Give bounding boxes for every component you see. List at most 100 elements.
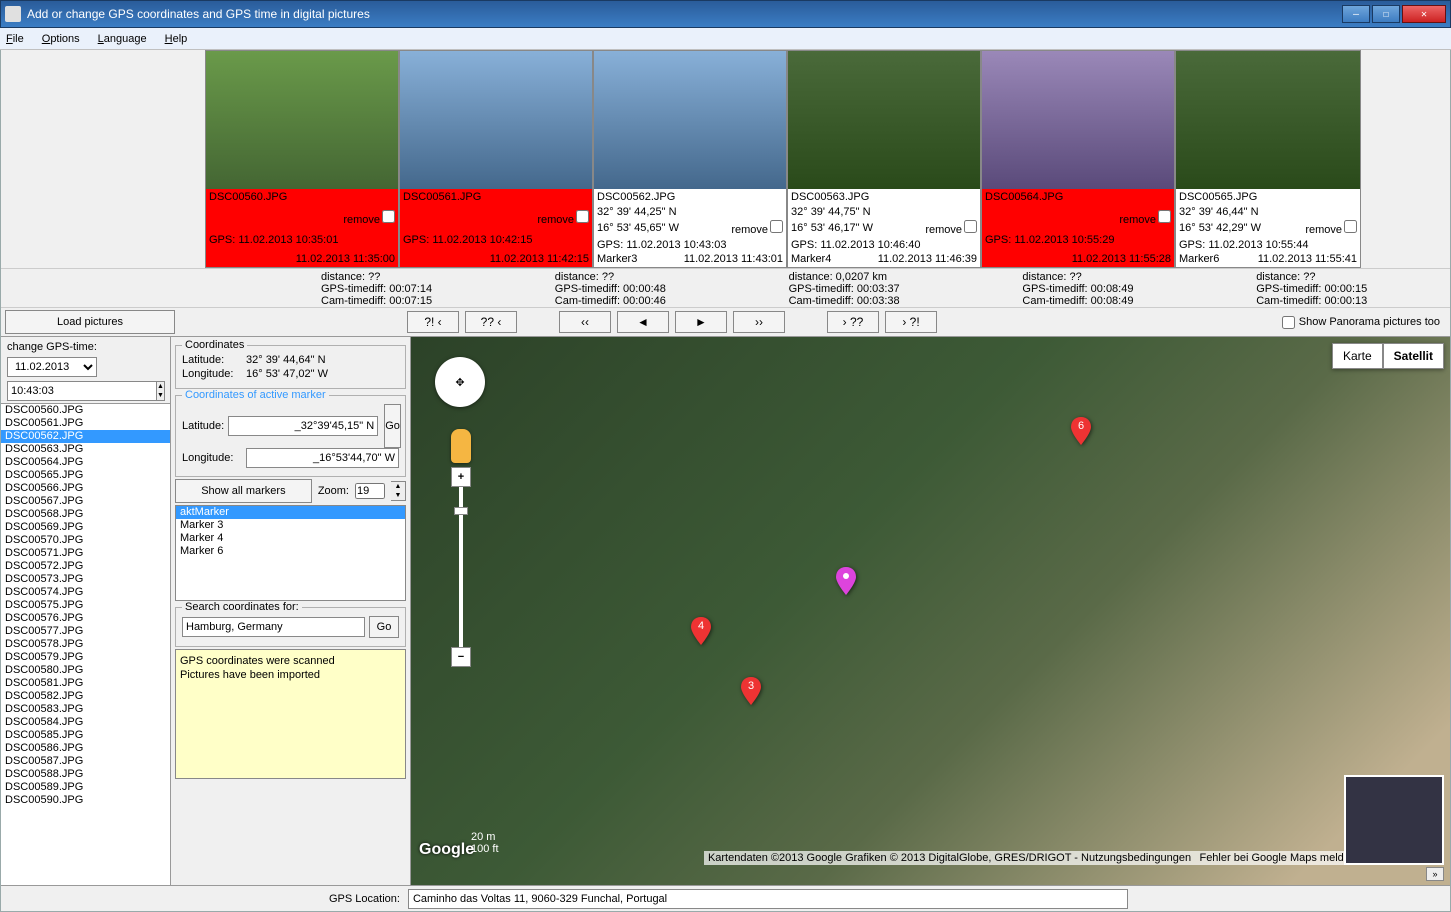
file-list-item[interactable]: DSC00566.JPG (1, 482, 170, 495)
file-list-item[interactable]: DSC00579.JPG (1, 651, 170, 664)
file-list-item[interactable]: DSC00571.JPG (1, 547, 170, 560)
file-list-item[interactable]: DSC00564.JPG (1, 456, 170, 469)
marker-list-item[interactable]: Marker 4 (176, 532, 405, 545)
thumbnail-image[interactable] (206, 51, 398, 189)
thumbnail-image[interactable] (1176, 51, 1360, 189)
pegman-icon[interactable] (451, 429, 471, 463)
file-list-item[interactable]: DSC00576.JPG (1, 612, 170, 625)
file-list-item[interactable]: DSC00584.JPG (1, 716, 170, 729)
search-go-button[interactable]: Go (369, 616, 399, 638)
file-list-item[interactable]: DSC00582.JPG (1, 690, 170, 703)
map-pin-active[interactable] (836, 567, 856, 595)
map-pin-3[interactable]: 3 (741, 677, 761, 705)
file-list-item[interactable]: DSC00567.JPG (1, 495, 170, 508)
file-list-item[interactable]: DSC00581.JPG (1, 677, 170, 690)
pan-control[interactable]: ✥ (435, 357, 485, 407)
load-pictures-button[interactable]: Load pictures (5, 310, 175, 334)
map-type-karte[interactable]: Karte (1332, 343, 1383, 369)
file-list-item[interactable]: DSC00574.JPG (1, 586, 170, 599)
nav-first-unknown-button[interactable]: ?! ‹ (407, 311, 459, 333)
map-panel[interactable]: Karte Satellit ✥ + − 4 3 6 Google 20 m10… (411, 337, 1450, 885)
file-list[interactable]: DSC00560.JPGDSC00561.JPGDSC00562.JPGDSC0… (1, 403, 170, 885)
gps-location-input[interactable] (408, 889, 1128, 909)
maximize-button[interactable]: ☐ (1372, 5, 1400, 23)
marker-list-item[interactable]: aktMarker (176, 506, 405, 519)
map-pin-6[interactable]: 6 (1071, 417, 1091, 445)
nav-prev-button[interactable]: ◄ (617, 311, 669, 333)
map-canvas[interactable] (411, 337, 1450, 885)
thumb-remove-checkbox[interactable] (964, 220, 977, 233)
menu-file[interactable]: File (6, 33, 24, 45)
file-list-item[interactable]: DSC00570.JPG (1, 534, 170, 547)
zoom-in-button[interactable]: + (451, 467, 471, 487)
nav-forward-button[interactable]: ›› (733, 311, 785, 333)
thumbnail-image[interactable] (594, 51, 786, 189)
thumb-remove-checkbox[interactable] (1158, 210, 1171, 223)
zoom-out-button[interactable]: − (451, 647, 471, 667)
file-list-item[interactable]: DSC00573.JPG (1, 573, 170, 586)
active-lon-input[interactable] (246, 448, 399, 468)
thumb-remove-checkbox[interactable] (382, 210, 395, 223)
zoom-thumb[interactable] (454, 507, 468, 515)
thumbnail-image[interactable] (400, 51, 592, 189)
map-type-satellit[interactable]: Satellit (1383, 343, 1444, 369)
show-all-markers-button[interactable]: Show all markers (175, 479, 312, 503)
nav-prev-unknown-button[interactable]: ?? ‹ (465, 311, 517, 333)
close-button[interactable]: ✕ (1402, 5, 1446, 23)
map-pin-4[interactable]: 4 (691, 617, 711, 645)
zoom-track[interactable] (459, 487, 463, 647)
thumbnail[interactable]: DSC00562.JPG 32° 39' 44,25" N 16° 53' 45… (593, 50, 787, 268)
zoom-spinner[interactable]: ▲▼ (391, 481, 406, 501)
marker-list[interactable]: aktMarkerMarker 3Marker 4Marker 6 (175, 505, 406, 601)
file-list-item[interactable]: DSC00569.JPG (1, 521, 170, 534)
file-list-item[interactable]: DSC00587.JPG (1, 755, 170, 768)
minimap[interactable] (1344, 775, 1444, 865)
file-list-item[interactable]: DSC00575.JPG (1, 599, 170, 612)
panorama-checkbox-label[interactable]: Show Panorama pictures too (1282, 316, 1440, 329)
file-list-item[interactable]: DSC00577.JPG (1, 625, 170, 638)
nav-rewind-button[interactable]: ‹‹ (559, 311, 611, 333)
file-list-item[interactable]: DSC00589.JPG (1, 781, 170, 794)
active-lat-input[interactable] (228, 416, 378, 436)
file-list-item[interactable]: DSC00565.JPG (1, 469, 170, 482)
nav-last-unknown-button[interactable]: › ?! (885, 311, 937, 333)
thumbnail[interactable]: DSC00565.JPG 32° 39' 46,44" N 16° 53' 42… (1175, 50, 1361, 268)
thumbnail[interactable]: DSC00560.JPG remove GPS: 11.02.2013 10:3… (205, 50, 399, 268)
thumbnail-image[interactable] (788, 51, 980, 189)
time-input[interactable] (7, 381, 157, 401)
thumbnail[interactable]: DSC00564.JPG remove GPS: 11.02.2013 10:5… (981, 50, 1175, 268)
minimap-collapse-button[interactable]: » (1426, 867, 1444, 881)
file-list-item[interactable]: DSC00561.JPG (1, 417, 170, 430)
thumbnail[interactable]: DSC00563.JPG 32° 39' 44,75" N 16° 53' 46… (787, 50, 981, 268)
file-list-item[interactable]: DSC00562.JPG (1, 430, 170, 443)
file-list-item[interactable]: DSC00563.JPG (1, 443, 170, 456)
thumb-remove-checkbox[interactable] (576, 210, 589, 223)
search-input[interactable] (182, 617, 365, 637)
menu-options[interactable]: Options (42, 33, 80, 45)
thumbnail-image[interactable] (982, 51, 1174, 189)
thumb-remove-checkbox[interactable] (1344, 220, 1357, 233)
nav-next-button[interactable]: ► (675, 311, 727, 333)
file-list-item[interactable]: DSC00590.JPG (1, 794, 170, 807)
marker-list-item[interactable]: Marker 6 (176, 545, 405, 558)
file-list-item[interactable]: DSC00572.JPG (1, 560, 170, 573)
minimize-button[interactable]: — (1342, 5, 1370, 23)
file-list-item[interactable]: DSC00578.JPG (1, 638, 170, 651)
file-list-item[interactable]: DSC00588.JPG (1, 768, 170, 781)
nav-next-unknown-button[interactable]: › ?? (827, 311, 879, 333)
menu-language[interactable]: Language (98, 33, 147, 45)
go-coords-button[interactable]: Go (384, 404, 401, 448)
date-select[interactable]: 11.02.2013 (7, 357, 97, 377)
file-list-item[interactable]: DSC00580.JPG (1, 664, 170, 677)
panorama-checkbox[interactable] (1282, 316, 1295, 329)
thumbnail[interactable]: DSC00561.JPG remove GPS: 11.02.2013 10:4… (399, 50, 593, 268)
file-list-item[interactable]: DSC00560.JPG (1, 404, 170, 417)
file-list-item[interactable]: DSC00585.JPG (1, 729, 170, 742)
file-list-item[interactable]: DSC00568.JPG (1, 508, 170, 521)
marker-list-item[interactable]: Marker 3 (176, 519, 405, 532)
file-list-item[interactable]: DSC00583.JPG (1, 703, 170, 716)
file-list-item[interactable]: DSC00586.JPG (1, 742, 170, 755)
time-spinner[interactable]: ▲▼ (157, 381, 165, 401)
thumb-remove-checkbox[interactable] (770, 220, 783, 233)
menu-help[interactable]: Help (165, 33, 188, 45)
